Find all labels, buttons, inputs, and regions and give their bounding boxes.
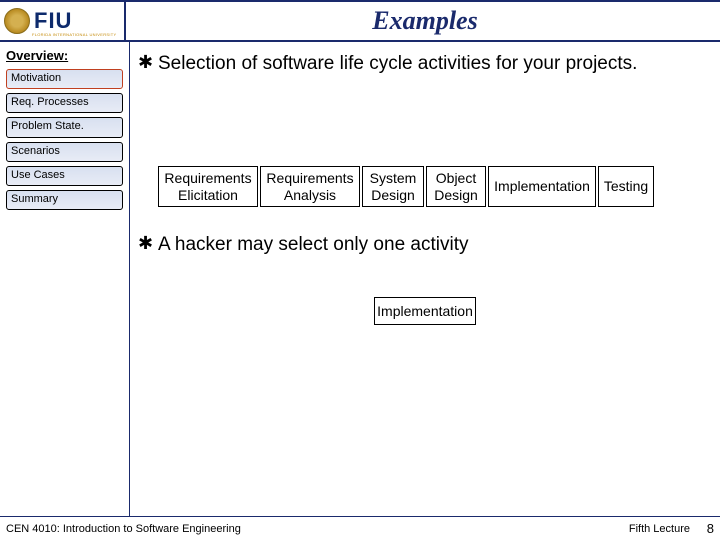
single-box-row: Implementation <box>138 297 712 325</box>
sidebar-item-req-processes[interactable]: Req. Processes <box>6 93 123 113</box>
sidebar-item-summary[interactable]: Summary <box>6 190 123 210</box>
box-implementation-single: Implementation <box>374 297 476 325</box>
footer: CEN 4010: Introduction to Software Engin… <box>0 516 720 540</box>
logo-subtext: FLORIDA INTERNATIONAL UNIVERSITY <box>32 32 117 37</box>
header-divider <box>124 2 126 40</box>
university-seal-icon <box>4 8 30 34</box>
sidebar-item-motivation[interactable]: Motivation <box>6 69 123 89</box>
box-testing: Testing <box>598 166 654 208</box>
header: FIU FLORIDA INTERNATIONAL UNIVERSITY Exa… <box>0 0 720 42</box>
bullet-icon: ✱ <box>138 233 158 255</box>
bullet-row-2: ✱ A hacker may select only one activity <box>138 233 712 257</box>
footer-right: Fifth Lecture <box>600 523 714 535</box>
sidebar-item-problem-state[interactable]: Problem State. <box>6 117 123 137</box>
logo-text: FIU <box>34 8 72 34</box>
sidebar: Overview: Motivation Req. Processes Prob… <box>0 42 130 516</box>
page-title: Examples <box>130 6 720 36</box>
bullet-icon: ✱ <box>138 52 158 74</box>
activity-boxes-row: Requirements Elicitation Requirements An… <box>158 166 712 208</box>
box-req-analysis: Requirements Analysis <box>260 166 360 208</box>
bullet-row-1: ✱ Selection of software life cycle activ… <box>138 52 712 76</box>
box-object-design: Object Design <box>426 166 486 208</box>
sidebar-title: Overview: <box>4 48 125 63</box>
logo-area: FIU FLORIDA INTERNATIONAL UNIVERSITY <box>4 8 124 34</box>
bullet-text-2: A hacker may select only one activity <box>158 233 468 257</box>
footer-page-number: 8 <box>707 521 714 536</box>
box-req-elicitation: Requirements Elicitation <box>158 166 258 208</box>
content: ✱ Selection of software life cycle activ… <box>130 42 720 516</box>
box-system-design: System Design <box>362 166 424 208</box>
sidebar-item-use-cases[interactable]: Use Cases <box>6 166 123 186</box>
bullet-text-1: Selection of software life cycle activit… <box>158 52 637 76</box>
sidebar-item-scenarios[interactable]: Scenarios <box>6 142 123 162</box>
box-implementation: Implementation <box>488 166 596 208</box>
footer-left: CEN 4010: Introduction to Software Engin… <box>6 523 600 535</box>
body: Overview: Motivation Req. Processes Prob… <box>0 42 720 516</box>
